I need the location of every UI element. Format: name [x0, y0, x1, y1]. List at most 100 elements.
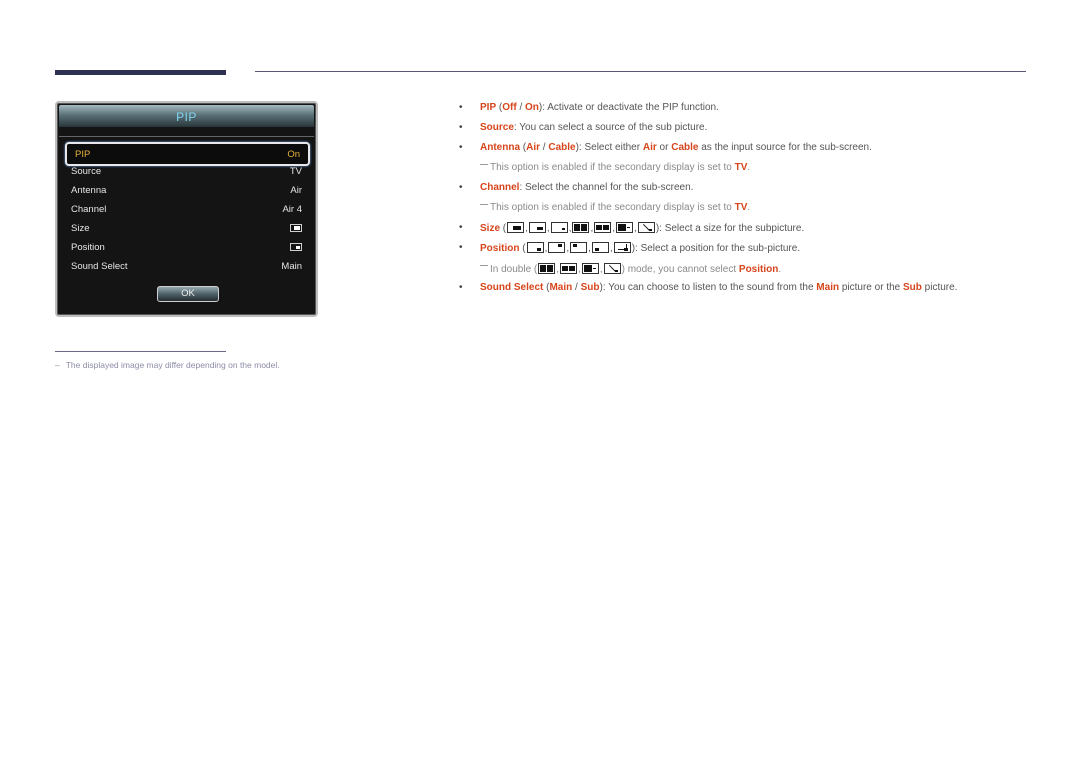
description: as the input source for the sub-screen.	[698, 142, 872, 153]
osd-row-antenna[interactable]: Antenna Air	[71, 181, 302, 199]
bullet: •	[459, 122, 463, 133]
description: ): Select a size for the subpicture.	[655, 223, 805, 234]
term-cable: Cable	[671, 142, 699, 153]
term-air: Air	[642, 142, 657, 153]
osd-title: PIP	[59, 105, 314, 127]
term-main: Main	[816, 282, 840, 293]
bullet: •	[459, 222, 463, 233]
description: picture.	[921, 282, 958, 293]
osd-row-label: Channel	[71, 203, 107, 215]
size-double-wide-icon	[594, 222, 612, 233]
term-position: Position	[738, 264, 779, 275]
header-rule	[255, 71, 1026, 72]
size-double-split-icon	[538, 263, 556, 274]
osd-row-label: Antenna	[71, 184, 107, 196]
osd-row-sound-select[interactable]: Sound Select Main	[71, 257, 302, 275]
note-dash	[480, 204, 488, 205]
footnote-text: The displayed image may differ depending…	[65, 360, 280, 370]
bullet: •	[459, 142, 463, 153]
osd-row-label: Position	[71, 241, 105, 253]
osd-row-size[interactable]: Size	[71, 219, 302, 237]
note-text: This option is enabled if the secondary …	[490, 162, 735, 173]
osd-row-value: TV	[289, 165, 302, 177]
description: ): Activate or deactivate the PIP functi…	[538, 102, 719, 113]
size-small-icon	[550, 222, 568, 233]
position-top-right-icon	[548, 242, 566, 253]
note-text: In double (	[490, 264, 538, 275]
text: (	[500, 223, 507, 234]
size-double-split-icon	[572, 222, 590, 233]
pip-osd-menu: PIP PIP On Source TV Antenna Air Channel…	[55, 101, 318, 317]
osd-row-value: Main	[281, 260, 302, 272]
term-channel: Channel	[480, 182, 520, 193]
osd-row-value: Air 4	[282, 203, 302, 215]
text: .	[778, 264, 782, 275]
text: /	[516, 102, 526, 113]
note-position: In double (,,,) mode, you cannot select …	[480, 263, 781, 275]
bullet: •	[459, 242, 463, 253]
term-size: Size	[480, 223, 501, 234]
bullet: •	[459, 102, 463, 113]
position-bottom-right-icon	[526, 242, 544, 253]
text: ): Select either	[575, 142, 643, 153]
text: picture or the	[839, 282, 903, 293]
term-antenna: Antenna	[480, 142, 520, 153]
term-sub: Sub	[580, 282, 600, 293]
note-channel: This option is enabled if the secondary …	[480, 202, 750, 213]
osd-row-value: Air	[290, 184, 302, 196]
text: or	[656, 142, 672, 153]
note-text: This option is enabled if the secondary …	[490, 202, 735, 213]
description: ): Select a position for the sub-picture…	[631, 243, 801, 254]
osd-row-position[interactable]: Position	[71, 238, 302, 256]
osd-row-channel[interactable]: Channel Air 4	[71, 200, 302, 218]
term-main: Main	[549, 282, 573, 293]
term-tv: TV	[734, 202, 748, 213]
text: .	[747, 202, 751, 213]
osd-divider	[59, 136, 314, 137]
term-air: Air	[526, 142, 541, 153]
position-icon	[290, 243, 302, 251]
osd-row-label: Size	[71, 222, 90, 234]
bullet: •	[459, 182, 463, 193]
size-double-diagonal-icon	[637, 222, 655, 233]
position-bottom-left-icon	[591, 242, 609, 253]
position-move-icon	[613, 242, 631, 253]
note-dash	[480, 164, 488, 165]
size-double-diagonal-icon	[603, 263, 621, 274]
size-double-wide-icon	[560, 263, 578, 274]
note-text: ) mode, you cannot select	[621, 264, 739, 275]
term-sound-select: Sound Select	[480, 282, 544, 293]
text: ): You can choose to listen to the sound…	[599, 282, 817, 293]
osd-row-source[interactable]: Source TV	[71, 162, 302, 180]
description: : You can select a source of the sub pic…	[513, 122, 708, 133]
note-antenna: This option is enabled if the secondary …	[480, 162, 750, 173]
term-on: On	[525, 102, 539, 113]
text: /	[572, 282, 581, 293]
term-pip: PIP	[480, 102, 497, 113]
size-medium-icon	[528, 222, 546, 233]
position-top-left-icon	[570, 242, 588, 253]
ok-button[interactable]: OK	[157, 286, 219, 302]
text: .	[747, 162, 751, 173]
description: : Select the channel for the sub-screen.	[519, 182, 694, 193]
term-cable: Cable	[548, 142, 576, 153]
osd-row-label: Sound Select	[71, 260, 128, 272]
size-double-unequal-icon	[616, 222, 634, 233]
term-source: Source	[480, 122, 514, 133]
bullet: •	[459, 282, 463, 293]
term-sub: Sub	[903, 282, 922, 293]
header-accent-bar	[55, 70, 226, 75]
footnote: – The displayed image may differ dependin…	[55, 360, 280, 370]
size-double-unequal-icon	[581, 263, 599, 274]
footnote-dash: –	[55, 360, 60, 370]
size-icon	[290, 224, 302, 232]
size-large-icon	[507, 222, 525, 233]
term-off: Off	[502, 102, 517, 113]
osd-row-label: Source	[71, 165, 102, 177]
footnote-rule	[55, 351, 226, 352]
term-tv: TV	[734, 162, 748, 173]
osd-row-label: PIP	[75, 148, 91, 160]
term-position: Position	[480, 243, 520, 254]
note-dash	[480, 265, 488, 266]
osd-row-value: On	[287, 148, 300, 160]
